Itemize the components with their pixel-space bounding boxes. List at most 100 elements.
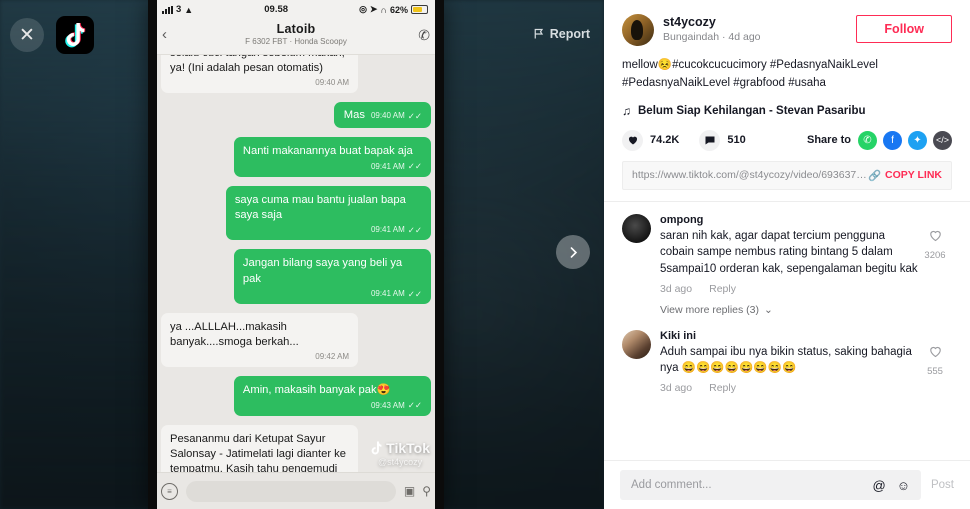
comment-text: saran nih kak, agar dapat tercium penggu…: [660, 229, 918, 275]
phone-icon[interactable]: ✆: [418, 27, 430, 44]
chat-bubble: Jangan bilang saya yang beli ya pak 09:4…: [233, 249, 431, 305]
heart-icon: [622, 129, 643, 151]
battery-icon: [410, 5, 428, 14]
chat-bubble: ya ...ALLLAH...makasih banyak....smoga b…: [161, 313, 359, 368]
view-more-replies-button[interactable]: View more replies (3) ⌄: [660, 304, 918, 316]
read-receipt-icon: ✓✓: [407, 110, 422, 121]
signal-label: 3: [176, 4, 182, 15]
message-text: selalu cuci tangan sebelum makan, ya! (I…: [170, 55, 345, 75]
chat-messages: selalu cuci tangan sebelum makan, ya! (I…: [148, 55, 444, 472]
chevron-left-icon[interactable]: ‹: [162, 26, 167, 43]
author-username[interactable]: st4ycozy: [663, 15, 856, 29]
phone-status-bar: 3 ▲ 09.58 ◎ ➤ ∩ 62%: [148, 0, 444, 19]
stats-row: 74.2K 510 Share to ✆ f ✦ </>: [604, 118, 970, 151]
at-icon[interactable]: @: [873, 478, 886, 493]
emoji-icon[interactable]: ☺: [897, 478, 910, 493]
comment-stat[interactable]: 510: [699, 129, 746, 151]
close-icon[interactable]: ✕: [10, 18, 44, 52]
like-stat[interactable]: 74.2K: [622, 129, 680, 151]
message-time: 09:40 AM: [315, 78, 350, 88]
camera-icon[interactable]: ▣: [404, 484, 415, 498]
author-row: st4ycozy Bungaindah · 4d ago Follow: [622, 14, 952, 46]
flag-icon: [534, 28, 543, 39]
chevron-right-icon: [570, 246, 577, 258]
battery-label: 62%: [389, 4, 408, 15]
post-comment-button[interactable]: Post: [931, 479, 954, 491]
comment-text: Aduh sampai ibu nya bikin status, saking…: [660, 345, 912, 375]
post-header: st4ycozy Bungaindah · 4d ago Follow mell…: [604, 0, 970, 118]
message-text: Nanti makanannya buat bapak aja: [242, 145, 413, 158]
microphone-icon[interactable]: ⚲: [422, 484, 431, 498]
headphones-icon: ∩: [380, 4, 387, 15]
chat-bubble: selalu cuci tangan sebelum makan, ya! (I…: [161, 55, 359, 94]
status-time: 09.58: [264, 4, 289, 15]
heart-outline-icon: [929, 346, 941, 357]
comment-time: 3d ago: [660, 282, 693, 295]
message-text: Mas: [343, 109, 365, 122]
video-content[interactable]: 3 ▲ 09.58 ◎ ➤ ∩ 62% ‹ Latoib F 6302 FBT …: [148, 0, 444, 509]
embed-code-icon[interactable]: </>: [933, 130, 952, 150]
message-time: 09:42 AM: [315, 352, 350, 362]
list-item: Kiki ini Aduh sampai ibu nya bikin statu…: [622, 329, 952, 394]
chat-bubble: Pesananmu dari Ketupat Sayur Salonsay - …: [161, 424, 359, 472]
post-caption: mellow😣#cucokcucucimory #PedasnyaNaikLev…: [622, 59, 878, 89]
report-label: Report: [549, 27, 590, 41]
comment-like-button[interactable]: 3206: [918, 214, 952, 316]
message-time: 09:40 AM: [370, 111, 405, 121]
phone-bezel-left: [148, 0, 157, 509]
music-title: Belum Siap Kehilangan - Stevan Pasaribu: [638, 104, 866, 117]
comment-input-wrapper[interactable]: Add comment... @ ☺: [620, 470, 921, 500]
comment-input-placeholder: Add comment...: [631, 479, 712, 491]
reply-button[interactable]: Reply: [709, 283, 736, 295]
read-receipt-icon: ✓✓: [407, 161, 422, 172]
chat-contact-name: Latoib: [276, 22, 316, 36]
message-time: 09:41 AM: [370, 161, 405, 171]
reply-button[interactable]: Reply: [709, 382, 736, 394]
tiktok-logo-icon[interactable]: [56, 16, 94, 54]
next-video-button[interactable]: [556, 235, 590, 269]
info-panel: st4ycozy Bungaindah · 4d ago Follow mell…: [604, 0, 970, 509]
message-text: saya cuma mau bantu jualan bapa saya saj…: [234, 193, 406, 221]
chat-bubble: Mas 09:40 AM ✓✓: [333, 102, 431, 129]
music-note-icon: ♫: [622, 103, 631, 118]
message-text: Amin, makasih banyak pak😍: [242, 384, 391, 397]
comment-like-button[interactable]: 555: [918, 330, 952, 394]
location-arrow-icon: ➤: [369, 4, 378, 14]
message-time: 09:41 AM: [370, 225, 405, 235]
comment-time: 3d ago: [660, 381, 693, 394]
video-url[interactable]: https://www.tiktok.com/@st4ycozy/video/6…: [632, 169, 868, 181]
music-row[interactable]: ♫ Belum Siap Kehilangan - Stevan Pasarib…: [622, 104, 952, 118]
chat-header: ‹ Latoib F 6302 FBT · Honda Scoopy ✆: [148, 19, 444, 55]
read-receipt-icon: ✓✓: [407, 400, 422, 411]
message-text: ya ...ALLLAH...makasih banyak....smoga b…: [170, 321, 299, 349]
facebook-icon[interactable]: f: [883, 130, 902, 150]
chat-bubble: Amin, makasih banyak pak😍 09:43 AM ✓✓: [233, 376, 431, 416]
whatsapp-icon[interactable]: ✆: [858, 130, 877, 150]
view-more-replies-label: View more replies (3): [660, 303, 760, 316]
chat-message-input[interactable]: [186, 480, 396, 502]
like-count: 74.2K: [650, 134, 680, 147]
copy-link-label: COPY LINK: [885, 169, 942, 182]
avatar[interactable]: [622, 329, 651, 359]
add-comment-bar: Add comment... @ ☺ Post: [604, 460, 970, 509]
message-time: 09:41 AM: [370, 288, 405, 298]
message-text: Jangan bilang saya yang beli ya pak: [242, 257, 403, 285]
chat-bubble: Nanti makanannya buat bapak aja 09:41 AM…: [233, 137, 431, 177]
chat-menu-icon[interactable]: ≡: [161, 482, 178, 500]
comment-author[interactable]: ompong: [660, 214, 918, 226]
chat-contact-detail: F 6302 FBT · Honda Scoopy: [245, 37, 347, 46]
follow-button[interactable]: Follow: [856, 15, 952, 43]
comment-author[interactable]: Kiki ini: [660, 330, 918, 342]
link-icon: 🔗: [867, 169, 882, 182]
avatar[interactable]: [622, 14, 654, 46]
comments-list: ompong saran nih kak, agar dapat tercium…: [604, 202, 970, 460]
chevron-down-icon: ⌄: [764, 303, 773, 316]
phone-bezel-right: [435, 0, 444, 509]
wifi-icon: ▲: [184, 4, 194, 15]
avatar[interactable]: [622, 213, 651, 243]
report-button[interactable]: Report: [533, 27, 590, 41]
copy-link-button[interactable]: 🔗 COPY LINK: [868, 169, 942, 182]
alarm-icon: ◎: [359, 4, 367, 14]
author-subtitle: Bungaindah · 4d ago: [663, 31, 761, 43]
twitter-icon[interactable]: ✦: [908, 130, 927, 150]
